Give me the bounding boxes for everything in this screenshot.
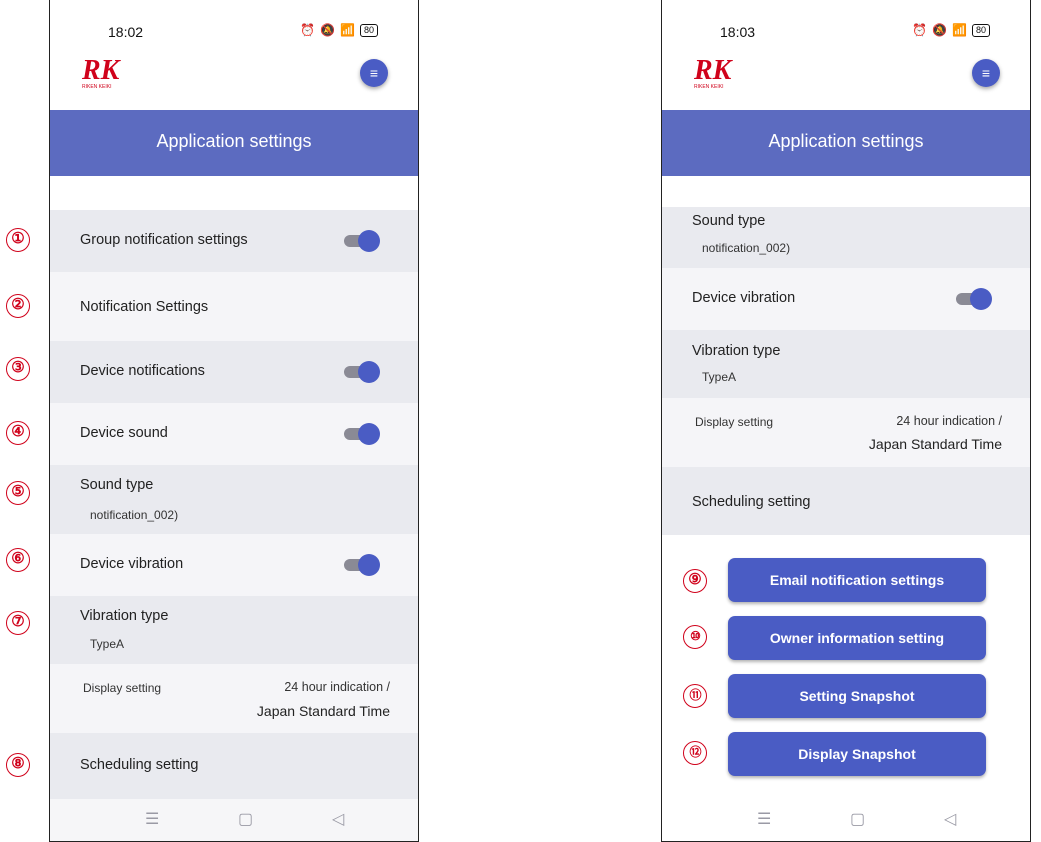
row-label: Vibration type	[80, 608, 169, 624]
row-notification-settings[interactable]: Notification Settings	[50, 272, 418, 341]
row-value: notification_002)	[90, 508, 179, 522]
marker-12: ⑫	[683, 741, 707, 765]
marker-1: ①	[6, 228, 30, 252]
row-group-notification-settings[interactable]: Group notification settings	[50, 210, 418, 272]
row-label: Sound type	[80, 477, 154, 493]
row-label: Scheduling setting	[80, 757, 199, 773]
row-vibration-type[interactable]: Vibration type TypeA	[50, 596, 418, 664]
app-header: Application settings	[662, 110, 1030, 176]
marker-10: ⑩	[683, 625, 707, 649]
marker-5: ⑤	[6, 481, 30, 505]
row-label: Display setting	[83, 681, 162, 695]
status-icons: ⏰ 🔕 📶 80	[912, 23, 990, 37]
system-nav-bar: ☰ ▢ ◁	[662, 799, 1030, 841]
status-bar: 18:03 ⏰ 🔕 📶 80	[662, 21, 1030, 45]
marker-11: ⑪	[683, 684, 707, 708]
phone-screenshot-left: 18:02 ⏰ 🔕 📶 80 RK RIKEN KEIKI ≡ Applicat…	[49, 0, 419, 842]
row-label: Device sound	[80, 425, 168, 441]
app-header: Application settings	[50, 110, 418, 176]
status-bar: 18:02 ⏰ 🔕 📶 80	[50, 21, 418, 45]
alarm-icon: ⏰	[912, 23, 928, 37]
marker-2: ②	[6, 294, 30, 318]
marker-8: ⑧	[6, 753, 30, 777]
row-scheduling-setting[interactable]: Scheduling setting	[50, 733, 418, 799]
row-device-vibration[interactable]: Device vibration	[50, 534, 418, 596]
row-label: Device notifications	[80, 363, 205, 379]
row-device-notifications[interactable]: Device notifications	[50, 341, 418, 403]
row-value: notification_002)	[702, 241, 791, 255]
marker-4: ④	[6, 421, 30, 445]
svg-text:RK: RK	[693, 55, 734, 86]
display-value-line-1: 24 hour indication /	[896, 414, 1002, 428]
row-label: Device vibration	[692, 290, 796, 306]
row-vibration-type[interactable]: Vibration type TypeA	[662, 330, 1030, 398]
row-display-setting[interactable]: Display setting 24 hour indication / Jap…	[662, 398, 1030, 467]
hamburger-icon: ≡	[369, 65, 379, 81]
device-vibration-toggle[interactable]	[344, 554, 380, 576]
display-value-line-2: Japan Standard Time	[868, 436, 1002, 452]
wifi-icon: 📶	[340, 23, 355, 37]
row-sound-type[interactable]: Sound type notification_002)	[50, 465, 418, 534]
row-value: TypeA	[90, 637, 125, 651]
status-time: 18:03	[720, 24, 756, 40]
status-icons: ⏰ 🔕 📶 80	[300, 23, 378, 37]
device-notifications-toggle[interactable]	[344, 361, 380, 383]
home-icon[interactable]: ▢	[238, 809, 253, 829]
hamburger-icon: ≡	[981, 65, 991, 81]
display-value-line-2: Japan Standard Time	[256, 703, 390, 719]
row-sound-type[interactable]: Sound type notification_002)	[662, 207, 1030, 268]
menu-icon[interactable]: ☰	[145, 809, 159, 829]
row-label: Sound type	[692, 213, 766, 229]
group-notification-toggle[interactable]	[344, 230, 380, 252]
row-label: Display setting	[695, 415, 774, 429]
display-value-line-1: 24 hour indication /	[284, 680, 390, 694]
page-title: Application settings	[768, 131, 924, 151]
row-device-sound[interactable]: Device sound	[50, 403, 418, 465]
row-label: Vibration type	[692, 343, 781, 359]
row-value: TypeA	[702, 370, 737, 384]
system-nav-bar: ☰ ▢ ◁	[50, 799, 418, 841]
back-icon[interactable]: ◁	[332, 809, 344, 829]
marker-7: ⑦	[6, 611, 30, 635]
alarm-icon: ⏰	[300, 23, 316, 37]
battery-icon: 80	[971, 23, 990, 37]
setting-snapshot-button[interactable]: Setting Snapshot	[728, 674, 986, 718]
wifi-icon: 📶	[952, 23, 967, 37]
battery-icon: 80	[359, 23, 378, 37]
back-icon[interactable]: ◁	[944, 809, 956, 829]
riken-keiki-logo: RK RIKEN KEIKI	[81, 55, 122, 90]
status-time: 18:02	[108, 24, 144, 40]
menu-button[interactable]: ≡	[360, 59, 388, 87]
mute-icon: 🔕	[932, 23, 948, 37]
row-label: Group notification settings	[80, 232, 248, 248]
home-icon[interactable]: ▢	[850, 809, 865, 829]
display-snapshot-button[interactable]: Display Snapshot	[728, 732, 986, 776]
phone-screenshot-right: 18:03 ⏰ 🔕 📶 80 RK RIKEN KEIKI ≡ Applicat…	[661, 0, 1031, 842]
mute-icon: 🔕	[320, 23, 336, 37]
page-title: Application settings	[156, 131, 312, 151]
row-scheduling-setting[interactable]: Scheduling setting	[662, 467, 1030, 535]
marker-9: ⑨	[683, 569, 707, 593]
marker-6: ⑥	[6, 548, 30, 572]
row-label: Scheduling setting	[692, 494, 811, 510]
svg-text:RIKEN KEIKI: RIKEN KEIKI	[694, 84, 723, 90]
menu-button[interactable]: ≡	[972, 59, 1000, 87]
row-device-vibration[interactable]: Device vibration	[662, 268, 1030, 330]
menu-icon[interactable]: ☰	[757, 809, 771, 829]
owner-information-setting-button[interactable]: Owner information setting	[728, 616, 986, 660]
device-vibration-toggle[interactable]	[956, 288, 992, 310]
row-label: Device vibration	[80, 556, 184, 572]
svg-text:RIKEN KEIKI: RIKEN KEIKI	[82, 84, 111, 90]
svg-text:RK: RK	[81, 55, 122, 86]
device-sound-toggle[interactable]	[344, 423, 380, 445]
row-display-setting[interactable]: Display setting 24 hour indication / Jap…	[50, 664, 418, 733]
marker-3: ③	[6, 357, 30, 381]
row-label: Notification Settings	[80, 299, 209, 315]
riken-keiki-logo: RK RIKEN KEIKI	[693, 55, 734, 90]
email-notification-settings-button[interactable]: Email notification settings	[728, 558, 986, 602]
